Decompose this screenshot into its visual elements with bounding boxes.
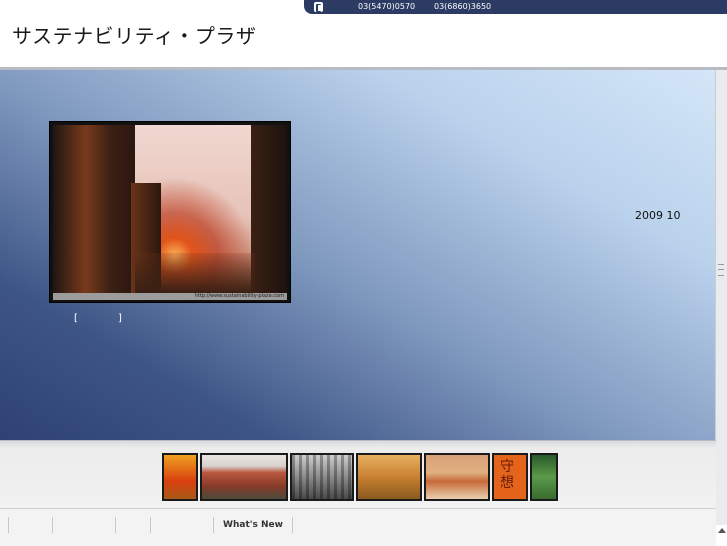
- thumbnail-strip: 守 想: [0, 440, 716, 509]
- footer-nav: What's New: [0, 508, 716, 546]
- footer-nav-whats-new[interactable]: What's New: [213, 517, 293, 533]
- hero-date: 2009 10: [635, 209, 681, 222]
- photo-pillar-right: [251, 125, 287, 293]
- thumbnail-calligraphy[interactable]: 守 想: [492, 453, 528, 501]
- footer-nav-item-4[interactable]: [150, 517, 214, 533]
- thumbnail-cathedral-interior[interactable]: [290, 453, 354, 501]
- hero-photo-frame: http://www.sustainability-plaza.com: [49, 121, 291, 303]
- more-link-close-bracket: ]: [118, 313, 122, 324]
- photo-caption: http://www.sustainability-plaza.com: [53, 293, 287, 300]
- site-title[interactable]: サステナビリティ・プラザ: [12, 20, 256, 49]
- photo-ground: [135, 253, 255, 293]
- contact-bar: 03(5470)0570 03(6860)3650: [304, 0, 727, 14]
- footer-nav-item-2[interactable]: [52, 517, 116, 533]
- scroll-up-arrow-icon[interactable]: [718, 528, 726, 533]
- scrollbar-grip[interactable]: [718, 264, 724, 276]
- thumbnail-brick-building[interactable]: [200, 453, 288, 501]
- thumbnail-garden[interactable]: [530, 453, 558, 501]
- thumbnail-reclining-figure[interactable]: [424, 453, 490, 501]
- phone-number-1: 03(5470)0570: [358, 2, 416, 11]
- photo-pillar-left: [53, 125, 135, 293]
- calligraphy-text: 守 想: [500, 459, 514, 491]
- vertical-scrollbar[interactable]: [715, 70, 727, 533]
- photo-caption-url: http://www.sustainability-plaza.com: [194, 293, 284, 299]
- more-link-open-bracket: [: [74, 313, 78, 324]
- phone-icon: [314, 2, 323, 12]
- footer-nav-item-3[interactable]: [115, 517, 151, 533]
- site-header: サステナビリティ・プラザ: [0, 14, 727, 68]
- hero-photo: [53, 125, 287, 293]
- thumbnail-statue[interactable]: [356, 453, 422, 501]
- footer-nav-item-1[interactable]: [8, 517, 53, 533]
- more-link[interactable]: [ ]: [74, 313, 122, 324]
- thumbnail-tower[interactable]: [162, 453, 198, 501]
- phone-number-2: 03(6860)3650: [434, 2, 492, 11]
